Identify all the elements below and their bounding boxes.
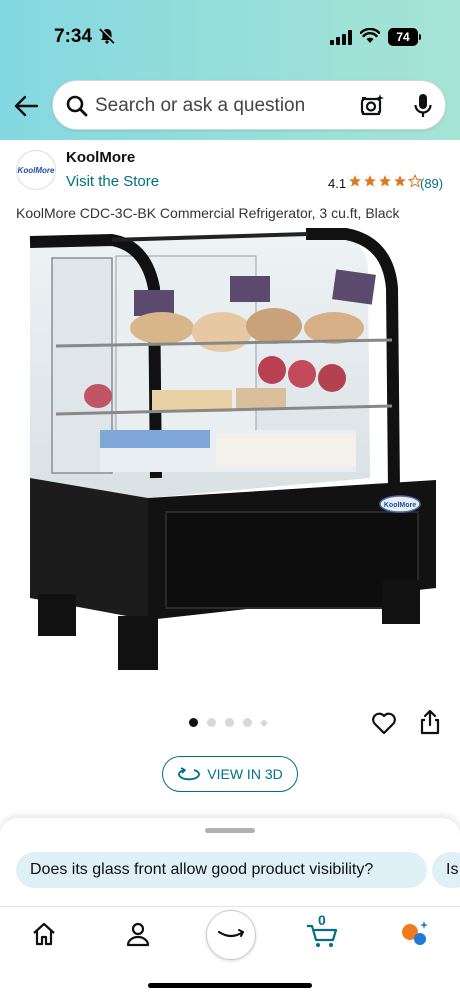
- home-icon: [33, 922, 55, 946]
- carousel-dot[interactable]: [207, 718, 216, 727]
- suggestion-chip[interactable]: Does its glass front allow good product …: [16, 852, 427, 888]
- image-brand-badge: KoolMore: [384, 502, 416, 509]
- share-button[interactable]: [419, 709, 441, 740]
- amazon-smile-icon: [217, 929, 245, 938]
- sheet-grabber[interactable]: [205, 828, 255, 833]
- battery-tip: [419, 34, 421, 40]
- camera-search-icon[interactable]: [359, 93, 385, 124]
- star-full-icon: [379, 175, 391, 187]
- back-arrow-icon: [14, 95, 38, 117]
- share-icon: [420, 709, 440, 735]
- status-bar: 7:34 74: [0, 0, 460, 70]
- carousel-dot[interactable]: [243, 718, 252, 727]
- carousel-dot[interactable]: [189, 718, 198, 727]
- rating-count-link[interactable]: (89): [420, 176, 443, 191]
- home-indicator: [148, 983, 312, 988]
- product-title: KoolMore CDC-3C-BK Commercial Refrigerat…: [16, 205, 400, 221]
- ai-assistant-icon: [402, 921, 428, 945]
- wishlist-button[interactable]: [371, 711, 397, 740]
- microphone-icon[interactable]: [413, 92, 433, 125]
- cellular-signal-icon: [330, 30, 352, 50]
- product-image[interactable]: KoolMore: [16, 228, 444, 678]
- divider: [0, 906, 460, 907]
- carousel-dot[interactable]: [225, 718, 234, 727]
- brand-logo[interactable]: KoolMore: [16, 150, 56, 190]
- app-header: 7:34 74 Search or ask a question: [0, 0, 460, 140]
- star-rating[interactable]: [348, 174, 422, 188]
- suggestions-sheet: Does its glass front allow good product …: [0, 818, 460, 1000]
- star-full-icon: [394, 175, 406, 187]
- bell-off-icon: [98, 27, 116, 50]
- search-bar[interactable]: Search or ask a question: [52, 80, 446, 130]
- carousel-dot[interactable]: [261, 719, 267, 726]
- status-time: 7:34: [54, 26, 93, 47]
- nav-menu[interactable]: [394, 914, 434, 954]
- wifi-icon: [359, 27, 381, 49]
- brand-name[interactable]: KoolMore: [66, 149, 135, 166]
- brand-logo-text: KoolMore: [17, 165, 55, 175]
- star-full-icon: [349, 175, 361, 187]
- view-in-3d-label: VIEW IN 3D: [207, 766, 283, 782]
- view-in-3d-button[interactable]: VIEW IN 3D: [162, 756, 298, 792]
- nav-home[interactable]: [24, 914, 64, 954]
- heart-icon: [372, 712, 396, 735]
- rating-value: 4.1: [328, 176, 347, 191]
- nav-cart[interactable]: 0: [302, 912, 342, 954]
- nav-account[interactable]: [118, 914, 158, 954]
- visit-store-link[interactable]: Visit the Store: [66, 173, 159, 190]
- search-icon: [65, 94, 89, 123]
- image-carousel-dots[interactable]: [189, 718, 267, 727]
- rotate-3d-icon: [178, 767, 201, 781]
- back-button[interactable]: [12, 92, 40, 120]
- suggestion-chip[interactable]: Is: [432, 852, 460, 888]
- search-input[interactable]: Search or ask a question: [95, 95, 305, 117]
- nav-rufus[interactable]: [206, 910, 256, 960]
- star-full-icon: [364, 175, 376, 187]
- person-icon: [126, 922, 150, 947]
- cart-count: 0: [318, 912, 326, 928]
- battery-indicator: 74: [388, 28, 418, 46]
